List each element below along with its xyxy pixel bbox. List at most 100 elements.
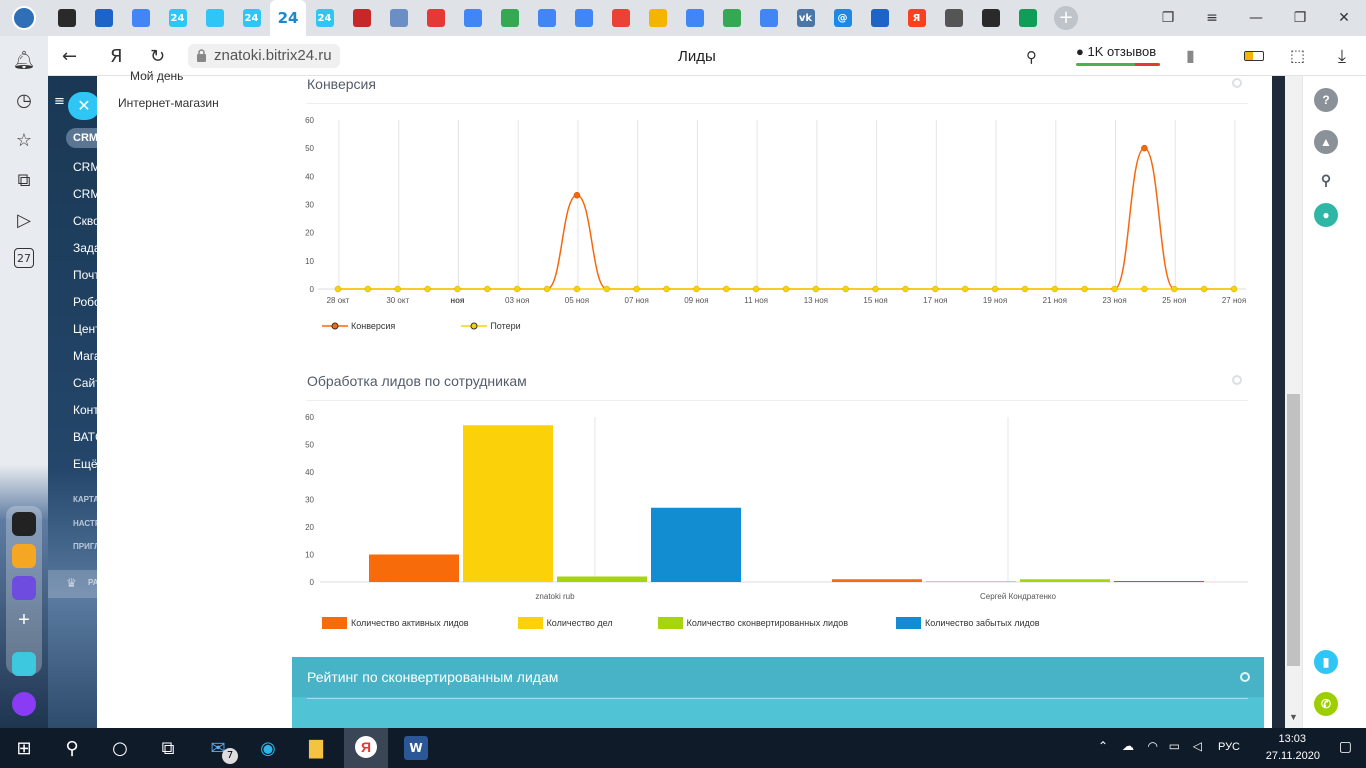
browser-tab[interactable] xyxy=(750,0,787,36)
browser-tab[interactable] xyxy=(972,0,1009,36)
yandex-browser-taskbar-icon[interactable]: Я xyxy=(344,728,388,768)
browser-tab[interactable] xyxy=(196,0,233,36)
gear-icon[interactable] xyxy=(1240,672,1250,682)
submenu-item-shop[interactable]: Интернет-магазин xyxy=(118,96,219,110)
browser-tab[interactable] xyxy=(639,0,676,36)
call-icon[interactable]: ✆ xyxy=(1314,692,1338,716)
cortana-icon[interactable]: ○ xyxy=(108,736,132,760)
browser-tab[interactable] xyxy=(565,0,602,36)
search-page-icon[interactable]: ⚲ xyxy=(1026,48,1037,66)
history-icon[interactable]: ◷ xyxy=(12,88,36,112)
browser-tab[interactable] xyxy=(454,0,491,36)
bell-icon[interactable]: 🔔︎ xyxy=(12,48,36,72)
scrollbar-thumb[interactable] xyxy=(1287,394,1300,666)
nav-map[interactable]: КАРТА xyxy=(73,495,97,504)
browser-tab[interactable] xyxy=(528,0,565,36)
browser-tab[interactable] xyxy=(602,0,639,36)
nav-item-2[interactable]: Скво xyxy=(73,214,97,228)
mail-app-icon[interactable]: ✉ 7 xyxy=(206,736,238,764)
browser-tab[interactable] xyxy=(713,0,750,36)
menu-icon[interactable]: ≡ xyxy=(1190,10,1234,26)
page-scrollbar[interactable]: ▼ xyxy=(1285,76,1302,728)
help-icon[interactable]: ? xyxy=(1314,88,1338,112)
browser-tab[interactable]: 24 xyxy=(270,0,306,36)
browser-tab[interactable] xyxy=(861,0,898,36)
restore-button[interactable]: ❐ xyxy=(1278,10,1322,26)
nav-item-9[interactable]: Конт xyxy=(73,403,97,417)
browser-tab[interactable] xyxy=(935,0,972,36)
nav-item-0[interactable]: CRM xyxy=(73,160,97,174)
nav-item-1[interactable]: CRM xyxy=(73,187,97,201)
notifications-icon[interactable]: ▲ xyxy=(1314,130,1338,154)
browser-tab[interactable] xyxy=(1009,0,1046,36)
task-view-icon[interactable]: ⧉ xyxy=(156,736,180,760)
nav-invite[interactable]: ПРИГЛ xyxy=(73,542,97,551)
reviews-button[interactable]: ● 1K отзывов xyxy=(1076,44,1160,68)
yandex-icon[interactable]: Я xyxy=(110,46,123,67)
star-icon[interactable]: ☆ xyxy=(12,128,36,152)
language-indicator[interactable]: РУС xyxy=(1218,741,1240,753)
alice-icon[interactable] xyxy=(12,692,36,716)
nav-item-5[interactable]: Робо xyxy=(73,295,97,309)
send-app-icon[interactable] xyxy=(12,652,36,676)
download-icon[interactable]: ⤓ xyxy=(1338,46,1346,67)
chevron-up-icon[interactable]: ⌃ xyxy=(1098,739,1108,753)
phone-device-icon[interactable]: ▮ xyxy=(1314,650,1338,674)
nav-settings[interactable]: НАСТР xyxy=(73,519,97,528)
sparkle-app-icon[interactable] xyxy=(12,512,36,536)
search-icon[interactable]: ⚲ xyxy=(60,736,84,760)
network-error-icon[interactable]: ☁ xyxy=(1122,739,1134,753)
word-icon[interactable]: W xyxy=(404,736,428,760)
add-app-icon[interactable]: + xyxy=(12,608,36,632)
file-explorer-icon[interactable]: ▇ xyxy=(304,736,328,760)
hamburger-icon[interactable]: ≡ xyxy=(54,94,65,109)
browser-tab[interactable]: 24 xyxy=(159,0,196,36)
back-arrow-icon[interactable]: ← xyxy=(62,46,77,67)
tabs-overview-icon[interactable]: ❐ xyxy=(1146,10,1190,26)
user-avatar-icon[interactable]: ● xyxy=(1314,203,1338,227)
nav-item-6[interactable]: Цент xyxy=(73,322,97,336)
nav-item-7[interactable]: Мага xyxy=(73,349,97,363)
play-icon[interactable]: ▷ xyxy=(12,208,36,232)
gear-icon[interactable] xyxy=(1232,78,1242,88)
browser-tab[interactable]: vk xyxy=(787,0,824,36)
browser-tab[interactable] xyxy=(122,0,159,36)
nav-item-3[interactable]: Зада xyxy=(73,241,97,255)
mail-app-icon[interactable] xyxy=(12,544,36,568)
browser-tab[interactable] xyxy=(676,0,713,36)
browser-tab[interactable] xyxy=(85,0,122,36)
collections-icon[interactable]: ⧉ xyxy=(12,168,36,192)
url-field[interactable]: znatoki.bitrix24.ru xyxy=(188,44,340,68)
browser-tab[interactable]: Я xyxy=(898,0,935,36)
notification-center-icon[interactable]: ▢ xyxy=(1339,738,1352,755)
browser-tab[interactable] xyxy=(380,0,417,36)
nav-item-8[interactable]: Сайт xyxy=(73,376,97,390)
browser-tab[interactable] xyxy=(48,0,85,36)
browser-tab[interactable] xyxy=(343,0,380,36)
gear-icon[interactable] xyxy=(1232,375,1242,385)
calendar-icon[interactable]: 27 xyxy=(14,248,34,268)
wifi-icon[interactable]: ◠ xyxy=(1148,739,1158,753)
volume-icon[interactable]: ◁ xyxy=(1193,739,1202,753)
nav-footer[interactable]: ♛ РА xyxy=(48,570,97,598)
messenger-app-icon[interactable] xyxy=(12,576,36,600)
submenu-item-my-day[interactable]: Мой день xyxy=(130,69,183,83)
browser-tab[interactable]: 24 xyxy=(306,0,343,36)
bookmark-icon[interactable]: ▮ xyxy=(1186,46,1195,65)
extensions-icon[interactable]: ⬚ xyxy=(1290,46,1305,65)
battery-icon[interactable]: ▭ xyxy=(1169,739,1180,753)
new-tab-button[interactable]: + xyxy=(1054,6,1078,30)
edge-icon[interactable]: ◉ xyxy=(256,736,280,760)
close-menu-button[interactable]: ✕ xyxy=(68,92,97,120)
yandex-home-button[interactable] xyxy=(0,0,48,36)
clock-time[interactable]: 13:03 xyxy=(1278,733,1306,745)
clock-date[interactable]: 27.11.2020 xyxy=(1266,750,1320,762)
browser-tab[interactable] xyxy=(491,0,528,36)
scroll-down-arrow-icon[interactable]: ▼ xyxy=(1289,712,1298,722)
browser-tab[interactable]: @ xyxy=(824,0,861,36)
browser-tab[interactable] xyxy=(417,0,454,36)
nav-item-4[interactable]: Почт xyxy=(73,268,97,282)
crm-badge[interactable]: CRM xyxy=(66,128,97,148)
browser-tab[interactable]: 24 xyxy=(233,0,270,36)
nav-item-10[interactable]: ВАТС xyxy=(73,430,97,444)
